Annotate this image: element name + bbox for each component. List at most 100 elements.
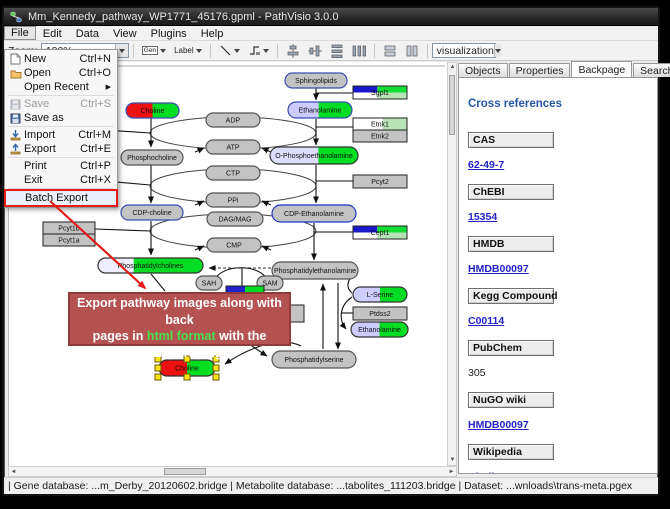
node-label: ATP <box>226 144 239 151</box>
node-label: Etnk1 <box>371 121 389 128</box>
scroll-right-icon[interactable]: ► <box>447 468 456 477</box>
node-ptdss2[interactable]: Ptdss2 <box>353 307 407 320</box>
node-ctp[interactable]: CTP <box>206 166 260 180</box>
statusbar: | Gene database: ...m_Derby_20120602.bri… <box>4 477 658 494</box>
selection-handle[interactable] <box>213 374 219 380</box>
menu-help[interactable]: Help <box>194 26 231 40</box>
connector-tool-button[interactable] <box>245 42 272 59</box>
node-phosphatidylcholines[interactable]: Phosphatidylcholines <box>98 258 203 273</box>
scroll-left-icon[interactable]: ◄ <box>9 468 18 477</box>
label-tool-button[interactable]: Label <box>171 42 205 59</box>
line-dropdown-icon[interactable] <box>234 49 240 53</box>
titlebar[interactable]: Mm_Kennedy_pathway_WP1771_45176.gpml - P… <box>4 8 658 26</box>
ref-value-link[interactable]: C00114 <box>468 315 504 327</box>
menu-edit[interactable]: Edit <box>36 26 69 40</box>
datanode-tool-icon: Gen <box>142 46 158 55</box>
node-sah[interactable]: SAH <box>196 276 222 290</box>
canvas-horizontal-scrollbar[interactable]: ◄ ► <box>8 466 457 477</box>
node-pcyt2[interactable]: Pcyt2 <box>353 175 407 188</box>
node-phosphatidylethanolamine[interactable]: Phosphatidylethanolamine <box>272 262 358 279</box>
distribute-vertical-button[interactable] <box>327 42 347 59</box>
label-dropdown-icon[interactable] <box>196 49 202 53</box>
canvas-vertical-scrollbar[interactable]: ▲ ▼ <box>447 62 457 466</box>
node-adp[interactable]: ADP <box>206 113 260 127</box>
horizontal-scroll-thumb[interactable] <box>164 468 206 475</box>
visualization-dropdown-icon[interactable] <box>494 44 501 57</box>
ref-value-link[interactable]: HMDB00097 <box>468 419 529 431</box>
ref-source-label: PubChem <box>468 340 554 356</box>
sidebar-tabs: Objects Properties Backpage Search Legen… <box>458 61 658 77</box>
ref-source-label: Kegg Compound <box>468 288 554 304</box>
tab-objects[interactable]: Objects <box>458 63 508 77</box>
node-ethanolamine-bottom[interactable]: Ethanolamine <box>351 322 408 337</box>
selection-handle[interactable] <box>184 374 190 380</box>
menu-separator <box>8 157 114 158</box>
node-choline-top[interactable]: Choline <box>126 103 179 118</box>
menu-view[interactable]: View <box>106 26 144 40</box>
node-label: CTP <box>226 170 240 177</box>
tab-properties[interactable]: Properties <box>509 63 571 77</box>
file-menu-item-open[interactable]: Open Ctrl+O <box>5 66 117 80</box>
file-menu: New Ctrl+N Open Ctrl+O Open Recent ▶ Sav… <box>4 49 118 208</box>
node-etnk1[interactable]: Etnk1 <box>353 118 407 130</box>
tab-search[interactable]: Search <box>633 63 670 77</box>
node-sphingolipids[interactable]: Sphingolipids <box>285 73 347 88</box>
node-label: DAG/MAG <box>218 216 251 223</box>
node-label: Pcyt1a <box>58 237 80 244</box>
file-menu-item-exit[interactable]: Exit Ctrl+X <box>5 173 117 187</box>
line-tool-icon <box>219 44 232 57</box>
common-width-button[interactable] <box>380 42 400 59</box>
datanode-dropdown-icon[interactable] <box>160 49 166 53</box>
menu-plugins[interactable]: Plugins <box>144 26 194 40</box>
align-horizontal-center-button[interactable] <box>283 42 303 59</box>
node-l-serine[interactable]: L-Serine <box>353 287 407 302</box>
file-menu-item-new[interactable]: New Ctrl+N <box>5 52 117 66</box>
tab-backpage[interactable]: Backpage <box>571 61 632 77</box>
node-dag-mag[interactable]: DAG/MAG <box>207 212 263 226</box>
node-cdp-choline[interactable]: CDP-choline <box>121 205 183 220</box>
ref-value-link[interactable]: 62-49-7 <box>468 159 504 171</box>
file-menu-item-print[interactable]: Print Ctrl+P <box>5 159 117 173</box>
file-menu-item-open-recent[interactable]: Open Recent ▶ <box>5 80 117 94</box>
node-ppi[interactable]: PPi <box>206 193 260 207</box>
scroll-up-icon[interactable]: ▲ <box>448 63 457 72</box>
menu-data[interactable]: Data <box>69 26 106 40</box>
node-label: ADP <box>226 117 241 124</box>
file-menu-item-save-as[interactable]: Save as <box>5 111 117 125</box>
datanode-tool-button[interactable]: Gen <box>139 42 169 59</box>
ref-value-link[interactable]: Choline <box>468 471 507 474</box>
node-cept1[interactable]: Cept1 <box>353 226 407 239</box>
node-atp[interactable]: ATP <box>206 140 260 154</box>
node-o-phosphoethanolamine[interactable]: O-Phosphoethanolamine <box>270 147 358 164</box>
menu-file[interactable]: File <box>4 26 36 40</box>
node-sgpl1[interactable]: Sgpl1 <box>353 86 407 99</box>
save-icon <box>7 99 24 110</box>
selection-handle[interactable] <box>213 365 219 371</box>
node-ethanolamine-top[interactable]: Ethanolamine <box>288 102 352 118</box>
file-menu-item-export[interactable]: Export Ctrl+E <box>5 142 117 156</box>
connector-dropdown-icon[interactable] <box>263 49 269 53</box>
scroll-down-icon[interactable]: ▼ <box>448 456 457 465</box>
node-cdp-ethanolamine[interactable]: CDP-Ethanolamine <box>272 205 356 222</box>
ref-value-link[interactable]: 15354 <box>468 211 497 223</box>
node-label: Phosphatidylcholines <box>118 263 184 270</box>
distribute-horizontal-button[interactable] <box>349 42 369 59</box>
node-pcyt1a[interactable]: Pcyt1a <box>43 234 95 246</box>
common-height-button[interactable] <box>402 42 422 59</box>
file-menu-item-import[interactable]: Import Ctrl+M <box>5 128 117 142</box>
node-pcyt1b[interactable]: Pcyt1b <box>43 222 95 234</box>
ref-value-link[interactable]: HMDB00097 <box>468 263 529 275</box>
align-vertical-center-button[interactable] <box>305 42 325 59</box>
node-etnk2[interactable]: Etnk2 <box>353 130 407 142</box>
line-tool-button[interactable] <box>216 42 243 59</box>
vertical-scroll-thumb[interactable] <box>449 75 455 135</box>
selection-handle[interactable] <box>155 365 161 371</box>
annotation-callout: Export pathway images along with backpag… <box>68 292 291 346</box>
ref-section-kegg: Kegg Compound C00114 <box>468 288 657 329</box>
node-phosphocholine[interactable]: Phosphocholine <box>121 150 183 165</box>
node-cmp[interactable]: CMP <box>207 238 261 252</box>
visualization-combobox[interactable]: visualization <box>432 43 496 58</box>
file-menu-item-save[interactable]: Save Ctrl+S <box>5 97 117 111</box>
file-menu-item-batch-export[interactable]: Batch Export <box>6 191 116 205</box>
selection-handle[interactable] <box>155 374 161 380</box>
